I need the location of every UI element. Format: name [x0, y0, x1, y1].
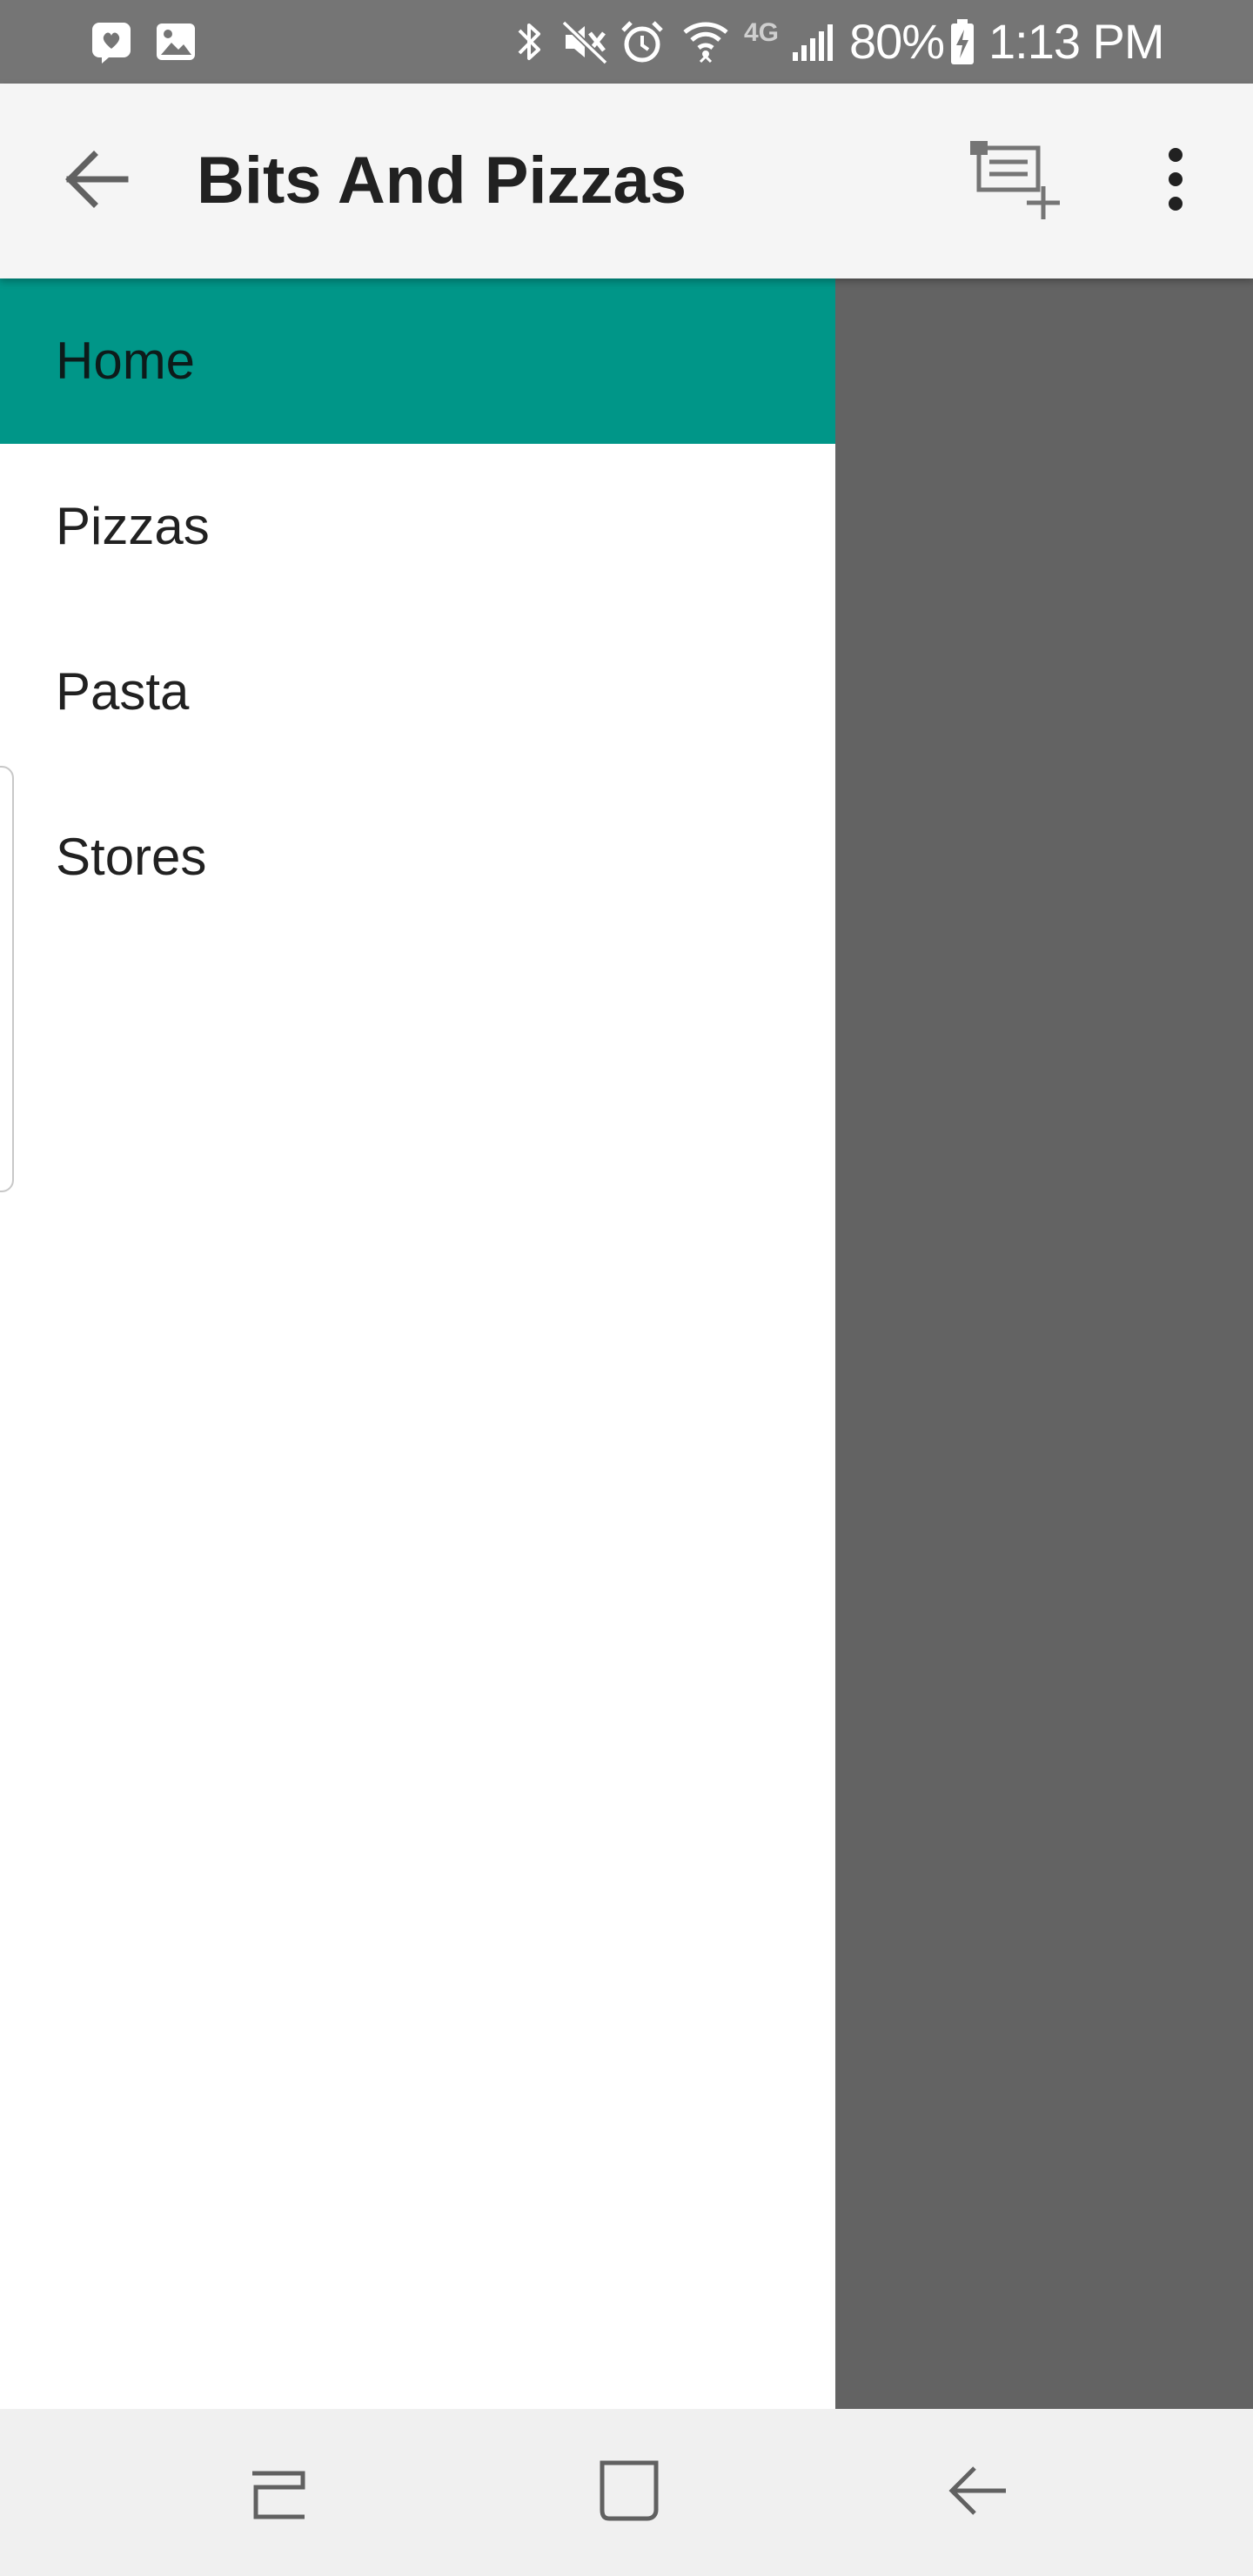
nav-back-button[interactable] [908, 2440, 1048, 2545]
drawer-item-label: Stores [56, 828, 207, 886]
drawer-item-pizzas[interactable]: Pizzas [0, 444, 835, 609]
recents-icon [244, 2456, 313, 2530]
drawer-item-label: Pizzas [56, 497, 210, 555]
clock: 1:13 PM [988, 14, 1165, 69]
arrow-back-icon [59, 143, 132, 220]
gallery-icon [148, 0, 204, 84]
home-icon [593, 2456, 663, 2530]
battery-charging-icon [947, 0, 978, 84]
drawer-item-home[interactable]: Home [0, 278, 835, 444]
messenger-icon [84, 0, 139, 84]
drawer-item-pasta[interactable]: Pasta [0, 609, 835, 775]
page-title: Bits And Pizzas [197, 144, 687, 218]
battery-percent: 80% [849, 14, 945, 69]
back-button[interactable] [44, 129, 148, 233]
overflow-menu-button[interactable] [1119, 129, 1232, 233]
app-bar: Bits And Pizzas [0, 84, 1253, 278]
back-icon [943, 2456, 1013, 2530]
lte-icon: 4G [736, 0, 787, 84]
drawer-item-label: Home [56, 332, 196, 390]
screen: 4G 80% 1:13 PM Bits And Pizzas Home Pizz… [0, 0, 1253, 2576]
create-order-button[interactable] [962, 129, 1075, 233]
alarm-icon [614, 0, 670, 84]
drawer-item-stores[interactable]: Stores [0, 775, 835, 940]
status-bar: 4G 80% 1:13 PM [0, 0, 1253, 84]
system-nav-bar [0, 2409, 1253, 2576]
bluetooth-icon [508, 0, 552, 84]
home-button[interactable] [559, 2440, 698, 2545]
wifi-icon [677, 0, 734, 84]
network-label: 4G [743, 18, 780, 47]
drawer-scrim[interactable] [835, 278, 1253, 2409]
signal-icon [788, 0, 837, 84]
drawer-item-label: Pasta [56, 662, 190, 721]
navigation-drawer: Home Pizzas Pasta Stores [0, 278, 835, 2409]
edge-panel-handle[interactable] [0, 766, 14, 1192]
mute-icon [557, 0, 613, 84]
more-vert-icon [1163, 144, 1189, 218]
recents-button[interactable] [209, 2440, 348, 2545]
create-order-icon [967, 136, 1071, 227]
